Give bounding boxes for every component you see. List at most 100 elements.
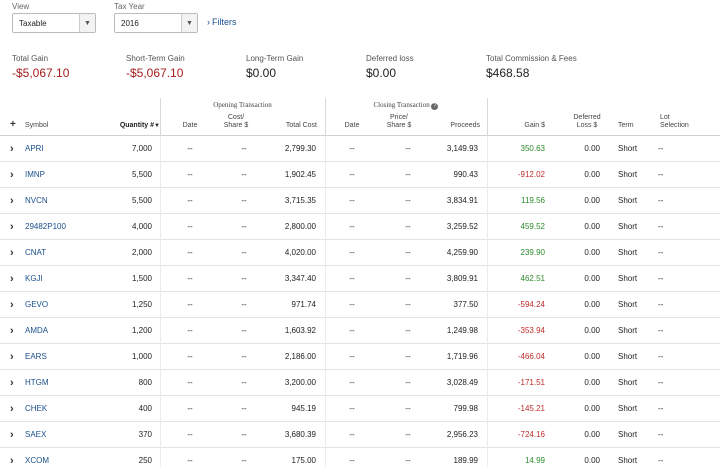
expand-chevron-icon[interactable]: › [10, 422, 14, 448]
cell-symbol-link[interactable]: NVCN [25, 188, 48, 214]
cell-proceeds: 3,834.91 [446, 196, 478, 205]
view-select[interactable]: Taxable ▼ [12, 13, 96, 33]
col-symbol[interactable]: Symbol [25, 122, 48, 130]
expand-chevron-icon[interactable]: › [10, 214, 14, 240]
summary-item: Short-Term Gain -$5,067.10 [126, 54, 185, 80]
cell-price-share: -- [405, 352, 411, 361]
expand-chevron-icon[interactable]: › [10, 240, 14, 266]
cell-lot-selection: -- [658, 456, 664, 465]
col-quantity-label: Quantity # [119, 122, 155, 129]
expand-chevron-icon[interactable]: › [10, 396, 14, 422]
table-row[interactable]: › AMDA 1,200 -- -- 1,603.92 -- -- 1,249.98 -353.9… [0, 318, 720, 344]
summary-value: $0.00 [246, 66, 277, 80]
col-cost-share[interactable]: Cost/Share $ [214, 114, 258, 130]
filter-bar: View Taxable ▼ Tax Year 2016 ▼ › Filters [0, 0, 720, 44]
cell-quantity: 5,500 [131, 170, 152, 179]
cell-close-date: -- [349, 378, 355, 387]
col-deferred-loss[interactable]: Deferred Loss $ [567, 114, 607, 130]
table-row[interactable]: › IMNP 5,500 -- -- 1,902.45 -- -- 990.43 -912.02 0… [0, 162, 720, 188]
expand-chevron-icon[interactable]: › [10, 266, 14, 292]
cell-deferred-loss: 0.00 [584, 326, 600, 335]
cell-quantity: 800 [138, 378, 152, 387]
cell-deferred-loss: 0.00 [584, 274, 600, 283]
table-row[interactable]: › NVCN 5,500 -- -- 3,715.35 -- -- 3,834.91 119.56… [0, 188, 720, 214]
table-row[interactable]: › KGJI 1,500 -- -- 3,347.40 -- -- 3,809.91 462.51… [0, 266, 720, 292]
cell-term: Short [618, 378, 638, 387]
col-price-share[interactable]: Price/Share $ [377, 114, 421, 130]
cell-price-share: -- [405, 274, 411, 283]
cell-close-date: -- [349, 326, 355, 335]
cell-proceeds: 3,809.91 [446, 274, 478, 283]
filters-link[interactable]: › Filters [207, 17, 237, 27]
expand-chevron-icon[interactable]: › [10, 136, 14, 162]
cell-symbol-link[interactable]: GEVO [25, 292, 48, 318]
expand-chevron-icon[interactable]: › [10, 448, 14, 467]
cell-close-date: -- [349, 300, 355, 309]
table-row[interactable]: › CHEK 400 -- -- 945.19 -- -- 799.98 -145.21 0.00 S… [0, 396, 720, 422]
col-open-date[interactable]: Date [175, 122, 205, 130]
closing-transaction-label: Closing Transaction [373, 101, 430, 109]
col-total-cost[interactable]: Total Cost [266, 122, 317, 130]
cell-lot-selection: -- [658, 170, 664, 179]
cell-proceeds: 4,259.90 [446, 248, 478, 257]
cell-symbol-link[interactable]: 29482P100 [25, 214, 66, 240]
expand-chevron-icon[interactable]: › [10, 370, 14, 396]
summary-value: $0.00 [366, 66, 397, 80]
cell-close-date: -- [349, 248, 355, 257]
cell-symbol-link[interactable]: KGJI [25, 266, 43, 292]
cell-open-date: -- [187, 248, 193, 257]
view-select-value: Taxable [19, 18, 47, 28]
cell-quantity: 4,000 [131, 222, 152, 231]
cell-symbol-link[interactable]: AMDA [25, 318, 48, 344]
add-column-icon[interactable]: + [10, 119, 16, 130]
cell-symbol-link[interactable]: IMNP [25, 162, 45, 188]
cell-term: Short [618, 222, 638, 231]
col-close-date[interactable]: Date [337, 122, 367, 130]
cell-lot-selection: -- [658, 274, 664, 283]
expand-chevron-icon[interactable]: › [10, 344, 14, 370]
cell-symbol-link[interactable]: HTGM [25, 370, 49, 396]
cell-proceeds: 3,149.93 [446, 144, 478, 153]
table-row[interactable]: › HTGM 800 -- -- 3,200.00 -- -- 3,028.49 -171.51 0… [0, 370, 720, 396]
expand-chevron-icon[interactable]: › [10, 292, 14, 318]
col-term[interactable]: Term [618, 122, 634, 130]
summary-item: Total Commission & Fees $468.58 [486, 54, 577, 80]
expand-chevron-icon[interactable]: › [10, 318, 14, 344]
cell-symbol-link[interactable]: CHEK [25, 396, 47, 422]
cell-total-cost: 2,799.30 [284, 144, 316, 153]
cell-gain: 350.63 [520, 144, 545, 153]
table-row[interactable]: › APRI 7,000 -- -- 2,799.30 -- -- 3,149.93 350.63… [0, 136, 720, 162]
tax-year-select[interactable]: 2016 ▼ [114, 13, 198, 33]
col-quantity[interactable]: Quantity #▼ [100, 122, 160, 130]
col-lot-selection[interactable]: Lot Selection [660, 114, 689, 130]
chevron-right-icon: › [207, 17, 210, 27]
col-proceeds[interactable]: Proceeds [430, 122, 480, 130]
cell-quantity: 7,000 [131, 144, 152, 153]
cell-deferred-loss: 0.00 [584, 378, 600, 387]
table-header: Opening Transaction Closing Transaction … [0, 98, 720, 136]
cell-symbol-link[interactable]: XCOM [25, 448, 49, 467]
cell-deferred-loss: 0.00 [584, 222, 600, 231]
table-row[interactable]: › 29482P100 4,000 -- -- 2,800.00 -- -- 3,259.52 4… [0, 214, 720, 240]
chevron-down-icon[interactable]: ▼ [79, 14, 95, 32]
cell-open-date: -- [187, 326, 193, 335]
table-row[interactable]: › SAEX 370 -- -- 3,680.39 -- -- 2,956.23 -724.16 0… [0, 422, 720, 448]
cell-symbol-link[interactable]: APRI [25, 136, 44, 162]
cell-term: Short [618, 404, 638, 413]
cell-quantity: 2,000 [131, 248, 152, 257]
expand-chevron-icon[interactable]: › [10, 188, 14, 214]
cell-term: Short [618, 326, 638, 335]
table-row[interactable]: › EARS 1,000 -- -- 2,186.00 -- -- 1,719.96 -466.0… [0, 344, 720, 370]
table-row[interactable]: › GEVO 1,250 -- -- 971.74 -- -- 377.50 -594.24 0.0… [0, 292, 720, 318]
cell-gain: -171.51 [517, 378, 545, 387]
cell-symbol-link[interactable]: CNAT [25, 240, 46, 266]
expand-chevron-icon[interactable]: › [10, 162, 14, 188]
col-gain[interactable]: Gain $ [505, 122, 545, 130]
cell-symbol-link[interactable]: SAEX [25, 422, 46, 448]
cell-symbol-link[interactable]: EARS [25, 344, 47, 370]
info-icon[interactable]: ? [431, 103, 439, 110]
table-row[interactable]: › XCOM 250 -- -- 175.00 -- -- 189.99 14.99 0.00 Sho… [0, 448, 720, 467]
cell-cost-share: -- [241, 352, 247, 361]
chevron-down-icon[interactable]: ▼ [181, 14, 197, 32]
table-row[interactable]: › CNAT 2,000 -- -- 4,020.00 -- -- 4,259.90 239.90… [0, 240, 720, 266]
